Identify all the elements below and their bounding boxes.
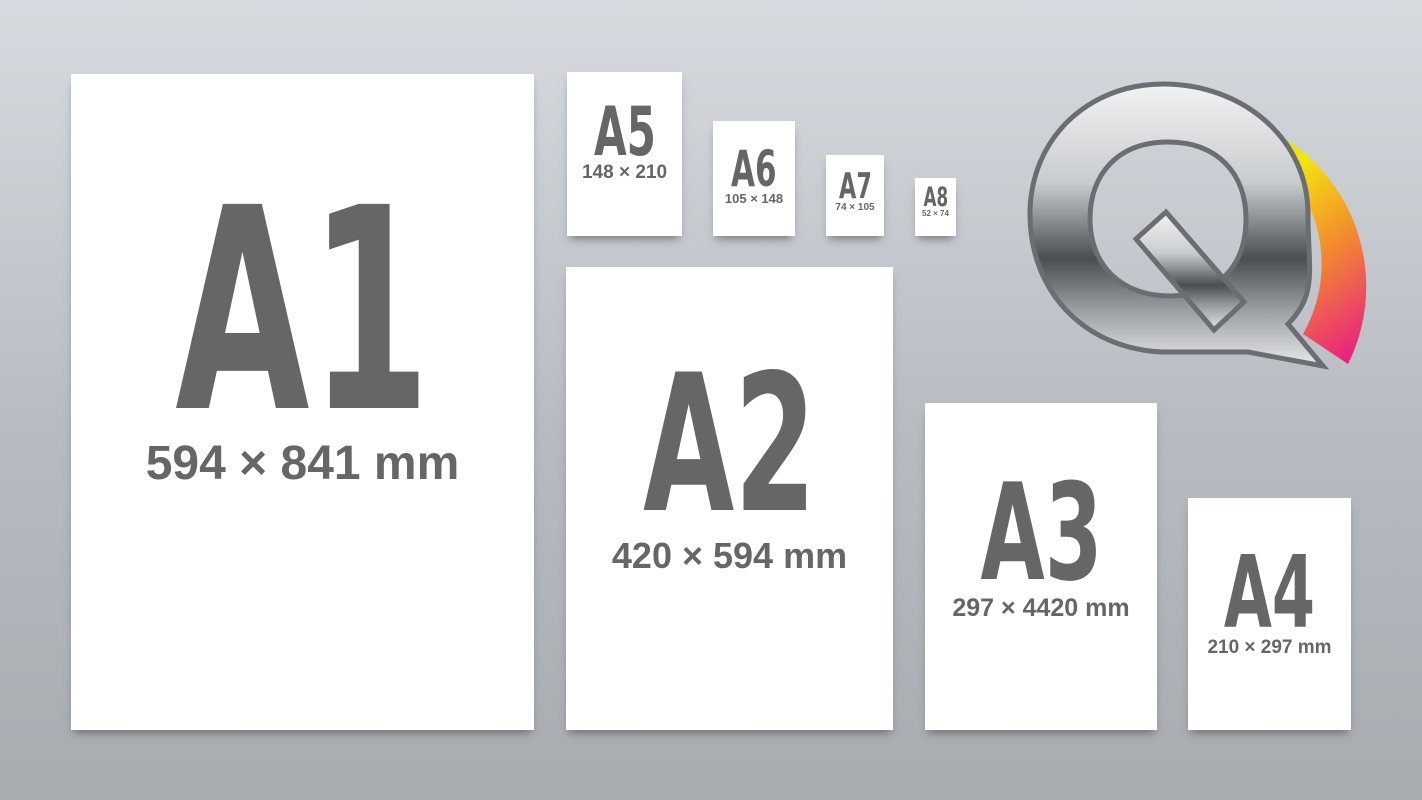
sheet-a5-code: A5 <box>593 93 656 172</box>
sheet-a7: A7 74 × 105 <box>826 155 884 236</box>
sheet-a2: A2 420 × 594 mm <box>566 267 893 730</box>
sheet-a5: A5 148 × 210 <box>567 72 682 236</box>
sheet-a7-code: A7 <box>838 166 872 207</box>
sheet-a3: A3 297 × 4420 mm <box>925 403 1157 730</box>
sheet-a4: A4 210 × 297 mm <box>1188 498 1351 730</box>
q-logo-icon <box>1027 81 1367 370</box>
sheet-a1: A1 594 × 841 mm <box>71 74 534 730</box>
sheet-a3-code: A3 <box>979 455 1103 611</box>
sheet-a6: A6 105 × 148 <box>713 121 795 236</box>
sheet-a2-code: A2 <box>642 334 817 555</box>
sheet-a8-code: A8 <box>923 182 948 213</box>
sheet-a8: A8 52 × 74 <box>915 178 956 236</box>
sheet-a6-code: A6 <box>731 140 777 198</box>
sheet-a1-code: A1 <box>174 149 431 475</box>
sheet-a4-code: A4 <box>1223 534 1316 651</box>
